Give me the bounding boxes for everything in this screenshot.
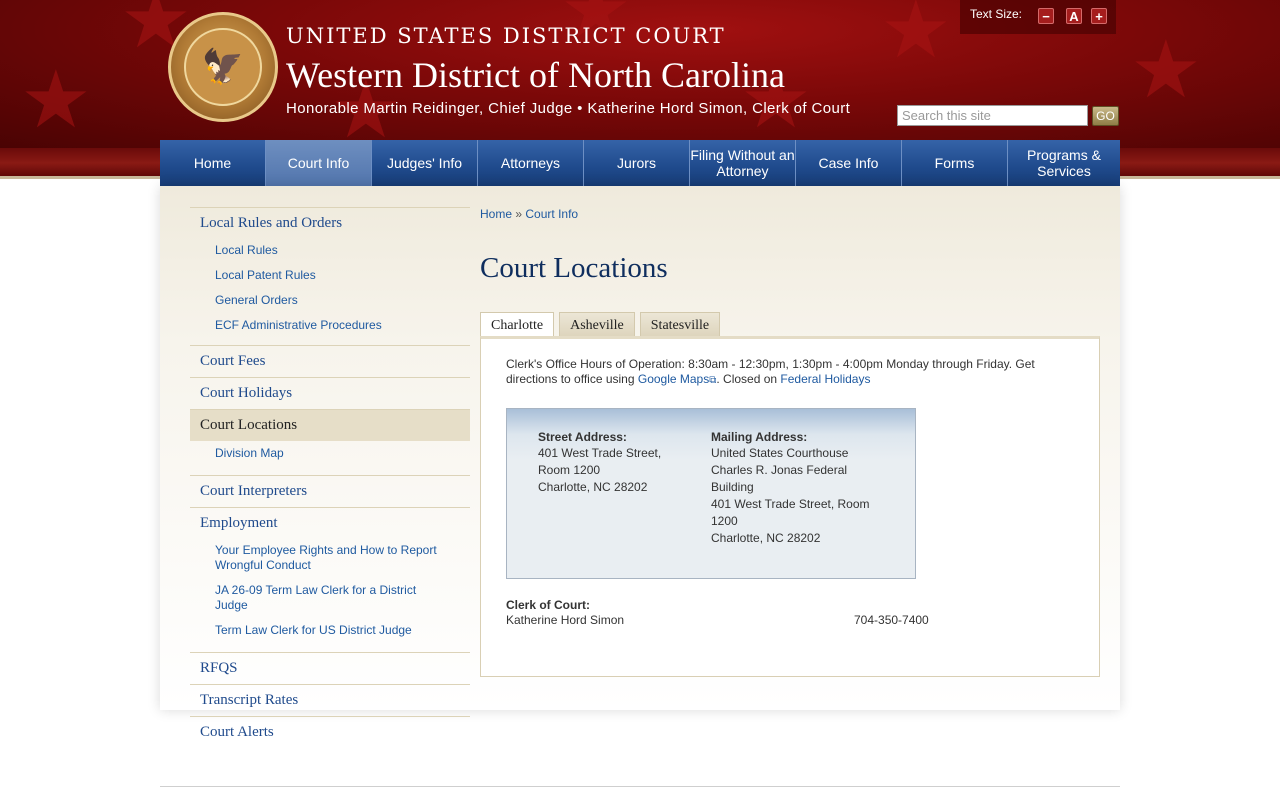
mailing-address-label: Mailing Address:: [711, 430, 808, 444]
mailing-line: Charles R. Jonas Federal: [711, 463, 848, 477]
mailing-line: Building: [711, 480, 754, 494]
breadcrumb-separator: »: [515, 207, 523, 221]
court-seal-logo[interactable]: 🦅: [168, 12, 278, 122]
site-header: ★ ★ ★ ★ ★ ★ ★ 🦅 UNITED STATES DISTRICT C…: [0, 0, 1280, 148]
text-reset-button[interactable]: A: [1066, 8, 1082, 24]
sidebar-item-local-rules-and-orders[interactable]: Local Rules and Orders: [190, 208, 470, 239]
text-size-control: Text Size: − A +: [960, 0, 1116, 34]
text-larger-button[interactable]: +: [1091, 8, 1107, 24]
sidebar-item-court-fees[interactable]: Court Fees: [190, 346, 470, 377]
nav-forms[interactable]: Forms: [902, 140, 1008, 186]
sidebar-nav: Local Rules and Orders Local Rules Local…: [190, 207, 470, 748]
tab-asheville[interactable]: Asheville: [559, 312, 635, 337]
search-input[interactable]: [897, 105, 1088, 126]
sidebar-subitem-ja-26-09[interactable]: JA 26-09 Term Law Clerk for a District J…: [190, 583, 470, 613]
sidebar-subitem-local-rules[interactable]: Local Rules: [190, 243, 470, 258]
nav-filing-without-attorney[interactable]: Filing Without an Attorney: [690, 140, 796, 186]
sidebar-item-rfqs[interactable]: RFQS: [190, 653, 470, 684]
court-name-top: UNITED STATES DISTRICT COURT: [286, 24, 726, 48]
clerk-name: Katherine Hord Simon: [506, 613, 625, 627]
breadcrumb-home-link[interactable]: Home: [480, 207, 512, 221]
eagle-icon: 🦅: [184, 28, 262, 106]
sidebar-item-court-alerts[interactable]: Court Alerts: [190, 717, 470, 748]
federal-holidays-link[interactable]: Federal Holidays: [780, 372, 870, 386]
sidebar-item-court-holidays[interactable]: Court Holidays: [190, 378, 470, 409]
street-line: Charlotte, NC 28202: [538, 480, 648, 494]
mailing-line: 1200: [711, 514, 738, 528]
nav-judges-info[interactable]: Judges' Info: [372, 140, 478, 186]
sidebar-subitem-general-orders[interactable]: General Orders: [190, 293, 470, 308]
sidebar-sublist: Your Employee Rights and How to Report W…: [190, 539, 470, 652]
google-maps-link[interactable]: Google Maps: [638, 372, 709, 386]
nav-jurors[interactable]: Jurors: [584, 140, 690, 186]
star-decoration: ★: [880, 0, 952, 74]
sidebar-item-transcript-rates[interactable]: Transcript Rates: [190, 685, 470, 716]
address-box: Street Address: 401 West Trade Street, R…: [506, 408, 916, 579]
sidebar-subitem-division-map[interactable]: Division Map: [190, 446, 470, 461]
sidebar-subitem-employee-rights[interactable]: Your Employee Rights and How to Report W…: [190, 543, 470, 573]
footer-divider: [160, 786, 1120, 787]
sidebar-sublist: Division Map: [190, 441, 470, 475]
sidebar-subitem-ecf-procedures[interactable]: ECF Administrative Procedures: [190, 318, 470, 333]
mailing-line: Charlotte, NC 28202: [711, 531, 821, 545]
sidebar-subitem-term-law-clerk[interactable]: Term Law Clerk for US District Judge: [190, 623, 470, 638]
star-decoration: ★: [1130, 25, 1202, 114]
text-smaller-button[interactable]: −: [1038, 8, 1054, 24]
mailing-address: Mailing Address: United States Courthous…: [711, 429, 891, 547]
street-line: Room 1200: [538, 463, 601, 477]
mailing-line: United States Courthouse: [711, 446, 849, 460]
closed-text: . Closed on: [716, 372, 781, 386]
district-name: Western District of North Carolina: [286, 55, 785, 95]
page-title: Court Locations: [480, 252, 668, 284]
clerk-of-court: Clerk of Court: Katherine Hord Simon: [506, 598, 624, 628]
clerk-phone: 704-350-7400: [854, 613, 929, 627]
street-address-label: Street Address:: [538, 430, 627, 444]
office-hours-text: Clerk's Office Hours of Operation: 8:30a…: [506, 357, 1066, 388]
sidebar-item-court-interpreters[interactable]: Court Interpreters: [190, 476, 470, 507]
judge-clerk-line: Honorable Martin Reidinger, Chief Judge …: [286, 100, 851, 117]
nav-court-info[interactable]: Court Info: [266, 140, 372, 186]
tab-charlotte[interactable]: Charlotte: [480, 312, 555, 339]
nav-home[interactable]: Home: [160, 140, 266, 186]
breadcrumb: Home » Court Info: [480, 207, 578, 221]
search-go-button[interactable]: GO: [1092, 106, 1119, 126]
sidebar-item-court-locations[interactable]: Court Locations: [190, 410, 470, 441]
nav-case-info[interactable]: Case Info: [796, 140, 902, 186]
tab-statesville[interactable]: Statesville: [639, 312, 721, 337]
breadcrumb-court-info-link[interactable]: Court Info: [525, 207, 578, 221]
street-line: 401 West Trade Street,: [538, 446, 662, 460]
mailing-line: 401 West Trade Street, Room: [711, 497, 870, 511]
star-decoration: ★: [20, 55, 92, 144]
sidebar-subitem-local-patent-rules[interactable]: Local Patent Rules: [190, 268, 470, 283]
sidebar-item-employment[interactable]: Employment: [190, 508, 470, 539]
clerk-label: Clerk of Court:: [506, 598, 590, 612]
location-tabs: Charlotte Asheville Statesville: [480, 312, 725, 339]
sidebar-sublist: Local Rules Local Patent Rules General O…: [190, 239, 470, 345]
street-address: Street Address: 401 West Trade Street, R…: [538, 429, 688, 496]
text-size-label: Text Size:: [970, 7, 1023, 21]
nav-programs-services[interactable]: Programs & Services: [1008, 140, 1120, 186]
nav-attorneys[interactable]: Attorneys: [478, 140, 584, 186]
main-nav: Home Court Info Judges' Info Attorneys J…: [160, 140, 1120, 186]
